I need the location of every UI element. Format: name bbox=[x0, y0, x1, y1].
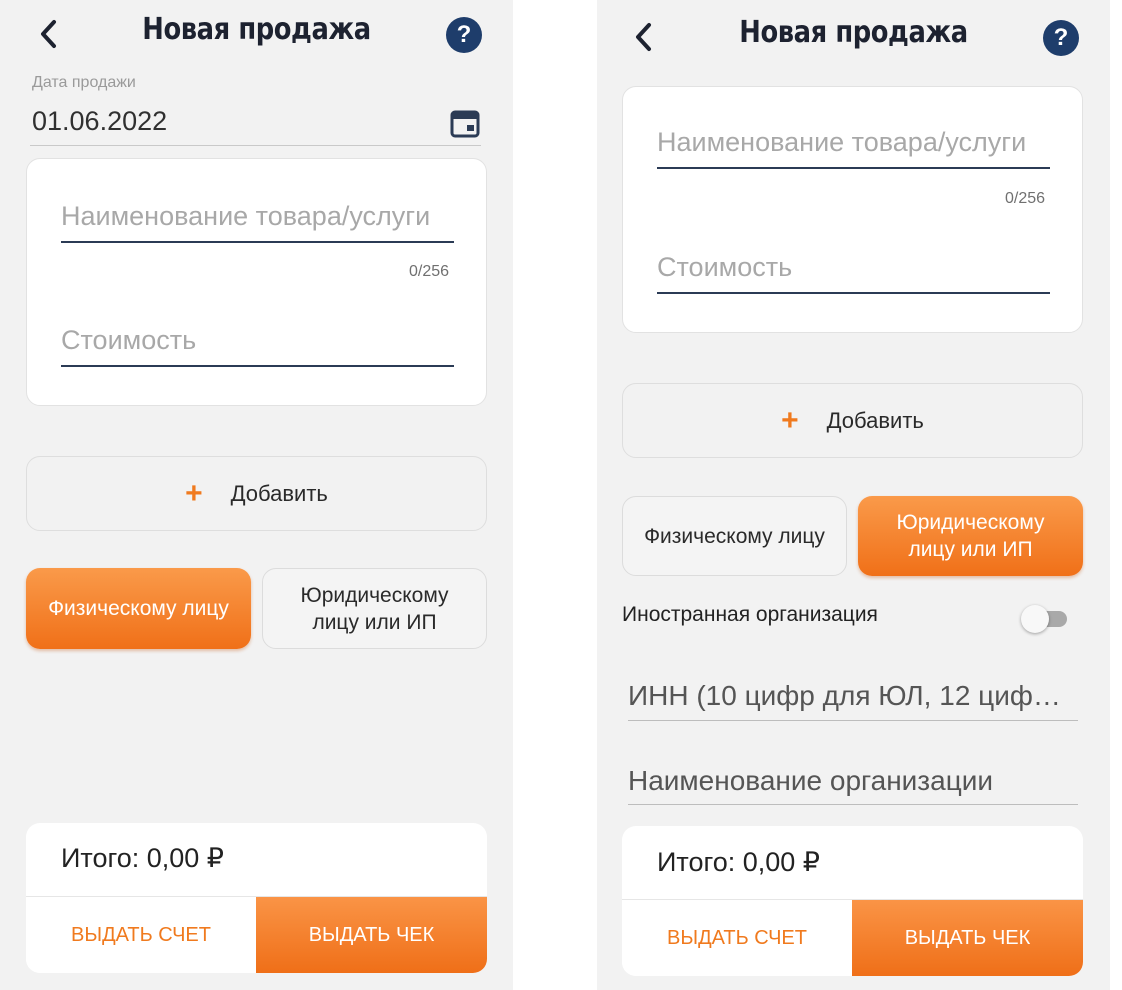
toggle-knob bbox=[1021, 605, 1049, 633]
organization-name-input[interactable]: Наименование организации bbox=[628, 765, 1076, 797]
foreign-organization-toggle[interactable] bbox=[1021, 605, 1069, 633]
calendar-icon[interactable] bbox=[449, 107, 481, 139]
char-counter: 0/256 bbox=[1005, 190, 1046, 207]
char-counter: 0/256 bbox=[409, 263, 450, 280]
foreign-organization-label: Иностранная организация bbox=[622, 603, 878, 626]
page-title: Новая продажа bbox=[142, 12, 371, 47]
inn-input[interactable]: ИНН (10 цифр для ЮЛ, 12 цифр для ИП) bbox=[628, 680, 1076, 712]
date-field[interactable]: 01.06.2022 bbox=[32, 106, 167, 137]
buyer-legal-entity-button[interactable]: Юридическому лицу или ИП bbox=[858, 496, 1083, 576]
buyer-individual-button[interactable]: Физическому лицу bbox=[26, 568, 251, 649]
price-underline bbox=[657, 292, 1050, 294]
price-input[interactable]: Стоимость bbox=[61, 325, 196, 356]
question-icon[interactable]: ? bbox=[446, 17, 482, 53]
add-item-button[interactable]: + Добавить bbox=[622, 383, 1083, 458]
buyer-legal-entity-button[interactable]: Юридическому лицу или ИП bbox=[262, 568, 487, 649]
app-header: Новая продажа ? bbox=[0, 0, 513, 70]
page-title: Новая продажа bbox=[739, 15, 968, 50]
total-card: Итого: 0,00 ₽ ВЫДАТЬ СЧЕТ ВЫДАТЬ ЧЕК bbox=[622, 826, 1083, 976]
item-name-underline bbox=[61, 241, 454, 243]
total-amount: Итого: 0,00 ₽ bbox=[61, 843, 224, 873]
date-underline bbox=[30, 145, 481, 146]
inn-underline bbox=[628, 720, 1078, 721]
question-icon[interactable]: ? bbox=[1043, 20, 1079, 56]
date-label: Дата продажи bbox=[32, 74, 136, 91]
add-item-label: Добавить bbox=[230, 480, 328, 506]
total-card: Итого: 0,00 ₽ ВЫДАТЬ СЧЕТ ВЫДАТЬ ЧЕК bbox=[26, 823, 487, 973]
item-card: Наименование товара/услуги 0/256 Стоимос… bbox=[622, 86, 1083, 333]
organization-name-underline bbox=[628, 804, 1078, 805]
issue-receipt-button[interactable]: ВЫДАТЬ ЧЕК bbox=[256, 897, 487, 973]
sale-screen-legal-entity: Новая продажа ? Наименование товара/услу… bbox=[597, 0, 1110, 990]
item-name-input[interactable]: Наименование товара/услуги bbox=[657, 127, 1026, 158]
add-item-button[interactable]: + Добавить bbox=[26, 456, 487, 531]
issue-receipt-button[interactable]: ВЫДАТЬ ЧЕК bbox=[852, 900, 1083, 976]
item-card: Наименование товара/услуги 0/256 Стоимос… bbox=[26, 158, 487, 406]
app-header: Новая продажа ? bbox=[597, 0, 1110, 70]
plus-icon: + bbox=[781, 403, 799, 437]
issue-invoice-button[interactable]: ВЫДАТЬ СЧЕТ bbox=[26, 897, 256, 973]
sale-screen-individual: Новая продажа ? Дата продажи 01.06.2022 … bbox=[0, 0, 513, 990]
issue-invoice-button[interactable]: ВЫДАТЬ СЧЕТ bbox=[622, 900, 852, 976]
plus-icon: + bbox=[185, 476, 203, 510]
price-underline bbox=[61, 365, 454, 367]
total-amount: Итого: 0,00 ₽ bbox=[657, 847, 820, 877]
buyer-individual-button[interactable]: Физическому лицу bbox=[622, 496, 847, 576]
item-name-underline bbox=[657, 167, 1050, 169]
add-item-label: Добавить bbox=[826, 407, 924, 433]
item-name-input[interactable]: Наименование товара/услуги bbox=[61, 201, 430, 232]
price-input[interactable]: Стоимость bbox=[657, 252, 792, 283]
